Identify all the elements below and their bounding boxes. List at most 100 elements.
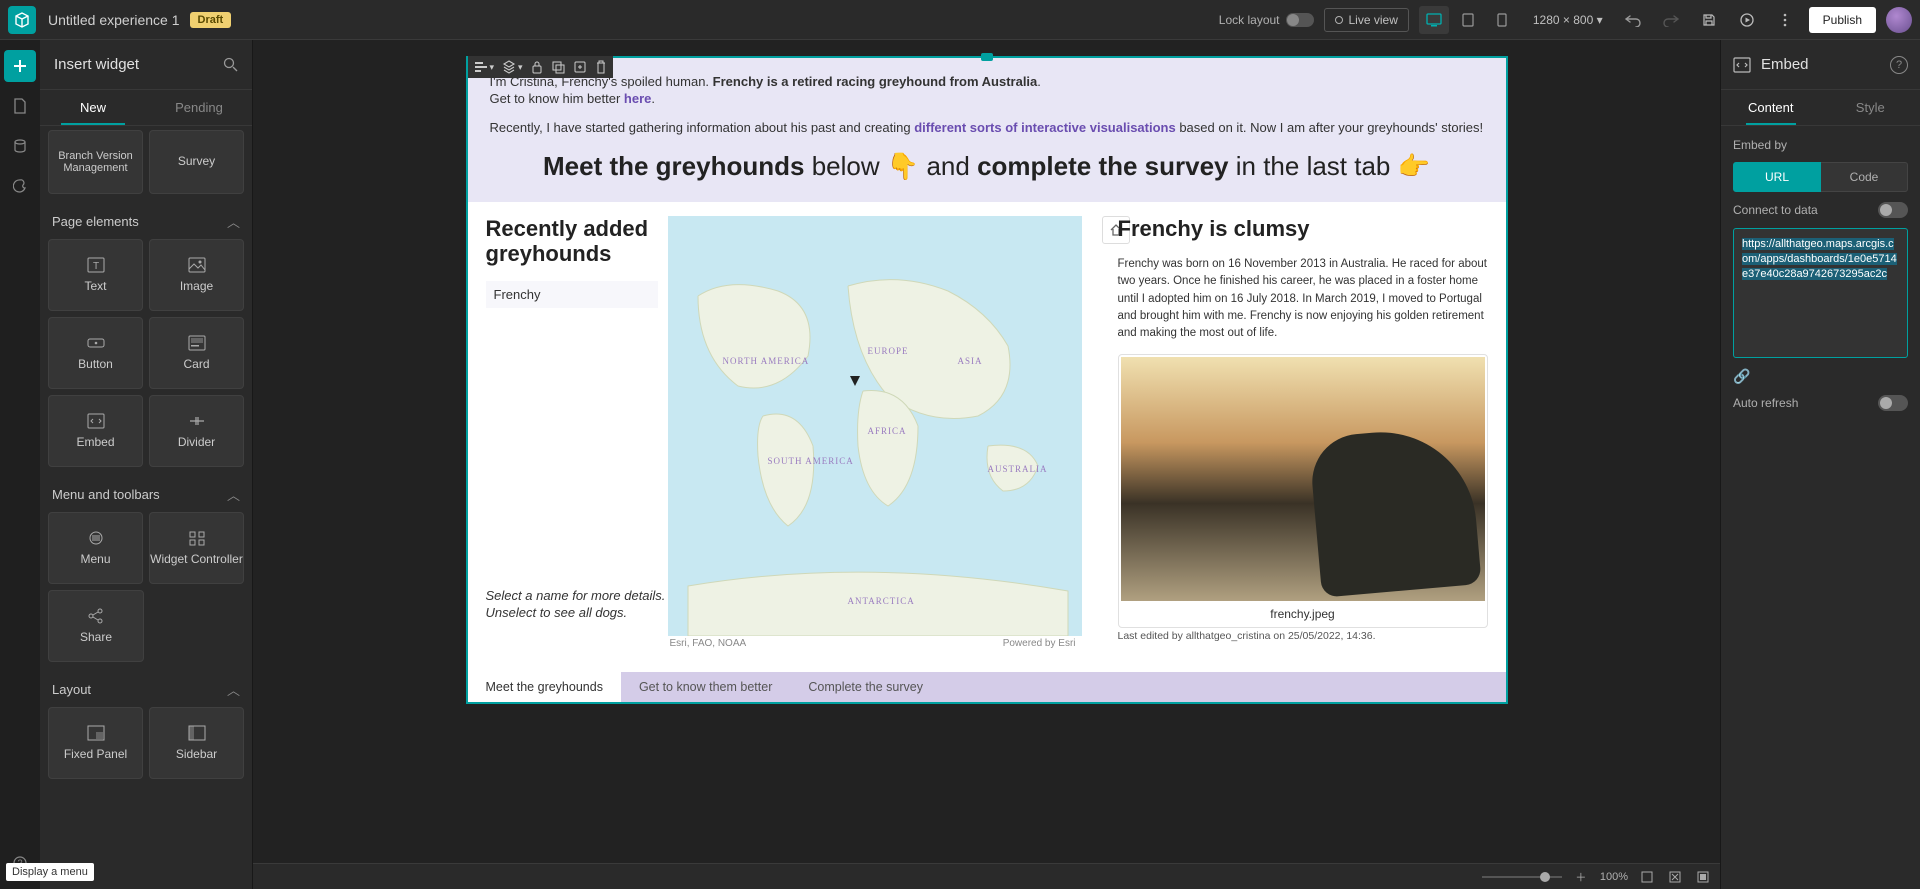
auto-refresh-toggle[interactable]	[1878, 395, 1908, 411]
tab-meet-greyhounds[interactable]: Meet the greyhounds	[468, 672, 621, 702]
tab-style[interactable]: Style	[1821, 90, 1920, 125]
widget-share[interactable]: Share	[48, 590, 144, 662]
list-item-frenchy[interactable]: Frenchy	[486, 281, 658, 308]
tab-complete-survey[interactable]: Complete the survey	[790, 672, 941, 702]
user-avatar[interactable]	[1886, 7, 1912, 33]
bottom-tabs: Meet the greyhounds Get to know them bet…	[468, 672, 1506, 702]
map-attribution: Esri, FAO, NOAA	[670, 638, 747, 649]
recent-heading: Recently added greyhounds	[486, 216, 658, 267]
redo-button[interactable]	[1657, 6, 1685, 34]
insert-widget-panel: Insert widget New Pending Branch Version…	[40, 40, 253, 889]
widget-widget-controller[interactable]: Widget Controller	[149, 512, 244, 584]
zoom-slider[interactable]	[1482, 876, 1562, 878]
tooltip: Display a menu	[6, 863, 94, 881]
widget-text[interactable]: T Text	[48, 239, 143, 311]
widget-image[interactable]: Image	[149, 239, 244, 311]
connect-data-label: Connect to data	[1733, 203, 1818, 217]
widget-divider[interactable]: Divider	[149, 395, 244, 467]
map-powered-by: Powered by Esri	[1003, 638, 1076, 649]
url-input[interactable]: https://allthatgeo.maps.arcgis.com/apps/…	[1733, 228, 1908, 358]
draft-badge: Draft	[190, 12, 232, 28]
device-desktop-button[interactable]	[1419, 6, 1449, 34]
section-layout[interactable]: Layout ︿	[48, 668, 244, 707]
chevron-up-icon: ︿	[227, 212, 240, 231]
rail-insert-button[interactable]	[4, 50, 36, 82]
embed-widget-icon	[1733, 57, 1751, 73]
insert-panel-title: Insert widget	[54, 56, 223, 73]
story-heading: Frenchy is clumsy	[1118, 216, 1488, 242]
save-button[interactable]	[1695, 6, 1723, 34]
section-page-elements[interactable]: Page elements ︿	[48, 200, 244, 239]
widget-card[interactable]: Card	[149, 317, 244, 389]
lock-layout-switch[interactable]	[1286, 13, 1314, 27]
zoom-100-button[interactable]	[1694, 868, 1712, 886]
experience-title[interactable]: Untitled experience 1	[48, 12, 180, 28]
tab-pending[interactable]: Pending	[146, 90, 252, 125]
live-view-button[interactable]: Live view	[1324, 8, 1409, 32]
search-widgets-button[interactable]	[223, 57, 238, 72]
intro-line-2: Get to know him better here.	[490, 91, 1484, 106]
widget-button[interactable]: Button	[48, 317, 143, 389]
last-edited-label: Last edited by allthatgeo_cristina on 25…	[1118, 630, 1376, 642]
map-widget[interactable]: NORTH AMERICA SOUTH AMERICA EUROPE AFRIC…	[668, 216, 1082, 636]
tab-new[interactable]: New	[40, 90, 146, 125]
pending-button[interactable]	[573, 60, 587, 74]
widget-embed[interactable]: Embed	[48, 395, 143, 467]
chevron-up-icon: ︿	[227, 680, 240, 699]
embed-by-code-button[interactable]: Code	[1821, 162, 1908, 192]
topbar: Untitled experience 1 Draft Lock layout …	[0, 0, 1920, 40]
undo-button[interactable]	[1619, 6, 1647, 34]
properties-panel: Embed ? Content Style Embed by URL Code …	[1720, 40, 1920, 889]
visualisations-link[interactable]: different sorts of interactive visualisa…	[914, 120, 1176, 135]
embed-by-label: Embed by	[1733, 138, 1908, 152]
photo-filename: frenchy.jpeg	[1121, 601, 1485, 625]
intro-line-3: Recently, I have started gathering infor…	[490, 120, 1484, 135]
widget-survey[interactable]: Survey	[149, 130, 244, 194]
device-tablet-button[interactable]	[1453, 6, 1483, 34]
embed-widget-selected[interactable]: ▾ ▾ I'm Cristina, Frenchy's spoiled huma…	[466, 56, 1508, 704]
rail-data-button[interactable]	[4, 130, 36, 162]
widget-fixed-panel[interactable]: Fixed Panel	[48, 707, 143, 779]
tab-content[interactable]: Content	[1721, 90, 1821, 125]
properties-title: Embed	[1761, 56, 1880, 73]
chevron-up-icon: ︿	[227, 485, 240, 504]
intro-line-1: I'm Cristina, Frenchy's spoiled human. F…	[490, 74, 1484, 89]
lock-layout-toggle[interactable]: Lock layout	[1219, 13, 1314, 27]
help-button[interactable]: ?	[1890, 56, 1908, 74]
link-icon[interactable]: 🔗	[1733, 368, 1908, 385]
widget-menu[interactable]: Menu	[48, 512, 143, 584]
delete-button[interactable]	[595, 60, 607, 74]
point-down-icon: 👇	[887, 151, 919, 181]
photo-card: frenchy.jpeg	[1118, 354, 1488, 628]
zoom-in-button[interactable]: ＋	[1572, 868, 1590, 886]
dog-photo	[1121, 357, 1485, 601]
widget-branch-version-management[interactable]: Branch Version Management	[48, 130, 143, 194]
rail-theme-button[interactable]	[4, 170, 36, 202]
tab-get-to-know[interactable]: Get to know them better	[621, 672, 790, 702]
arrange-button[interactable]: ▾	[502, 60, 523, 74]
section-menu-toolbars[interactable]: Menu and toolbars ︿	[48, 473, 244, 512]
embed-by-url-button[interactable]: URL	[1733, 162, 1821, 192]
device-phone-button[interactable]	[1487, 6, 1517, 34]
resize-handle-top[interactable]	[981, 53, 993, 61]
story-text: Frenchy was born on 16 November 2013 in …	[1118, 256, 1488, 342]
preview-button[interactable]	[1733, 6, 1761, 34]
live-dot-icon	[1335, 16, 1343, 24]
hero-heading: Meet the greyhounds below 👇 and complete…	[490, 137, 1484, 186]
point-right-icon: 👉	[1398, 151, 1430, 181]
app-logo[interactable]	[8, 6, 36, 34]
lock-layout-label: Lock layout	[1219, 13, 1280, 27]
canvas-size-dropdown[interactable]: 1280 × 800 ▾	[1527, 9, 1609, 31]
rail-page-button[interactable]	[4, 90, 36, 122]
widget-sidebar[interactable]: Sidebar	[149, 707, 244, 779]
align-button[interactable]: ▾	[474, 60, 495, 74]
zoom-fill-button[interactable]	[1666, 868, 1684, 886]
zoom-fit-button[interactable]	[1638, 868, 1656, 886]
publish-button[interactable]: Publish	[1809, 7, 1876, 33]
connect-data-toggle[interactable]	[1878, 202, 1908, 218]
lock-button[interactable]	[531, 60, 543, 74]
here-link[interactable]: here	[624, 91, 651, 106]
duplicate-button[interactable]	[551, 60, 565, 74]
more-options-button[interactable]	[1771, 6, 1799, 34]
selection-toolbar: ▾ ▾	[468, 56, 613, 78]
